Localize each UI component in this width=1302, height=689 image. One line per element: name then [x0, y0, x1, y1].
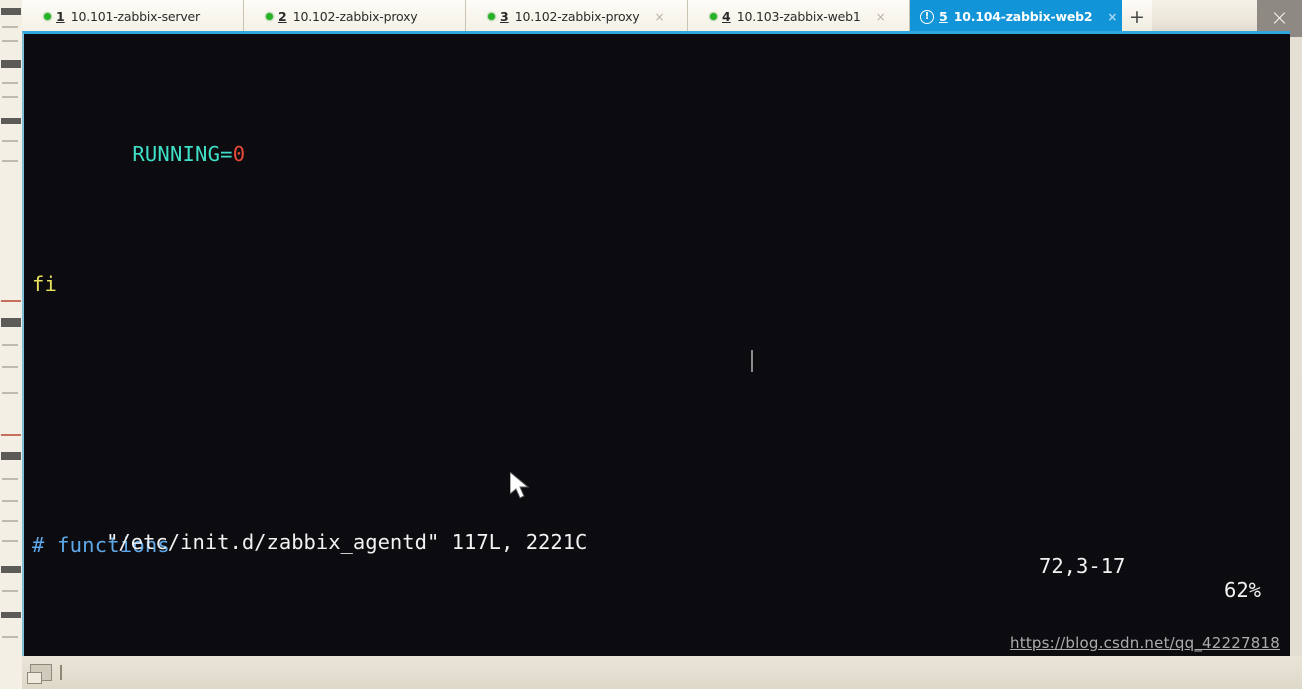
window-icon[interactable] [27, 664, 52, 684]
watermark: https://blog.csdn.net/qq_42227818 [1010, 634, 1280, 652]
tab-label: 10.104-zabbix-web2 [953, 9, 1093, 24]
green-dot-icon [710, 13, 717, 20]
code-token: RUNNING= [132, 141, 233, 166]
text-caret [751, 350, 753, 372]
code-token: fi [32, 272, 58, 297]
tab-label: 10.101-zabbix-server [70, 9, 200, 24]
background-document [0, 0, 22, 689]
status-file: "/etc/init.d/zabbix_agentd" 117L, 2221C [106, 530, 588, 554]
tab-label: 10.103-zabbix-web1 [736, 9, 861, 24]
warning-icon: ! [920, 9, 934, 24]
taskbar[interactable] [22, 656, 1302, 689]
status-cursor-position: 72,3-17 [1039, 554, 1126, 578]
tab-list: 1 10.101-zabbix-server 2 10.102-zabbix-p… [22, 0, 1152, 33]
tab-number: 5 [939, 9, 948, 24]
tab-close-icon[interactable]: × [654, 10, 664, 24]
green-dot-icon [44, 13, 51, 20]
tab-close-icon[interactable]: × [1107, 10, 1117, 24]
tab-bar: 1 10.101-zabbix-server 2 10.102-zabbix-p… [22, 0, 1302, 33]
taskbar-caret [60, 665, 62, 680]
code-line: fi [32, 268, 1290, 301]
vim-status-line: "/etc/init.d/zabbix_agentd" 117L, 2221C … [24, 506, 1290, 626]
tab-5-active[interactable]: ! 5 10.104-zabbix-web2 × [910, 0, 1122, 33]
green-dot-icon [488, 13, 495, 20]
tab-label: 10.102-zabbix-proxy [514, 9, 640, 24]
tab-number: 1 [56, 9, 65, 24]
green-dot-icon [266, 13, 273, 20]
terminal-window[interactable]: RUNNING=0 fi # functions start() { if [ … [22, 31, 1290, 656]
tab-4[interactable]: 4 10.103-zabbix-web1 × [688, 0, 910, 33]
tab-close-icon[interactable]: × [876, 10, 886, 24]
tab-1[interactable]: 1 10.101-zabbix-server [22, 0, 244, 33]
screen: 1 10.101-zabbix-server 2 10.102-zabbix-p… [0, 0, 1302, 689]
code-token: 0 [232, 141, 246, 166]
tab-3[interactable]: 3 10.102-zabbix-proxy × [466, 0, 688, 33]
code-line: RUNNING=0 [32, 138, 1290, 171]
status-percent: 62% [1224, 578, 1262, 602]
tab-label: 10.102-zabbix-proxy [292, 9, 418, 24]
new-tab-button[interactable]: + [1122, 0, 1152, 33]
tab-2[interactable]: 2 10.102-zabbix-proxy [244, 0, 466, 33]
tab-number: 2 [278, 9, 287, 24]
tab-number: 3 [500, 9, 509, 24]
tab-number: 4 [722, 9, 731, 24]
